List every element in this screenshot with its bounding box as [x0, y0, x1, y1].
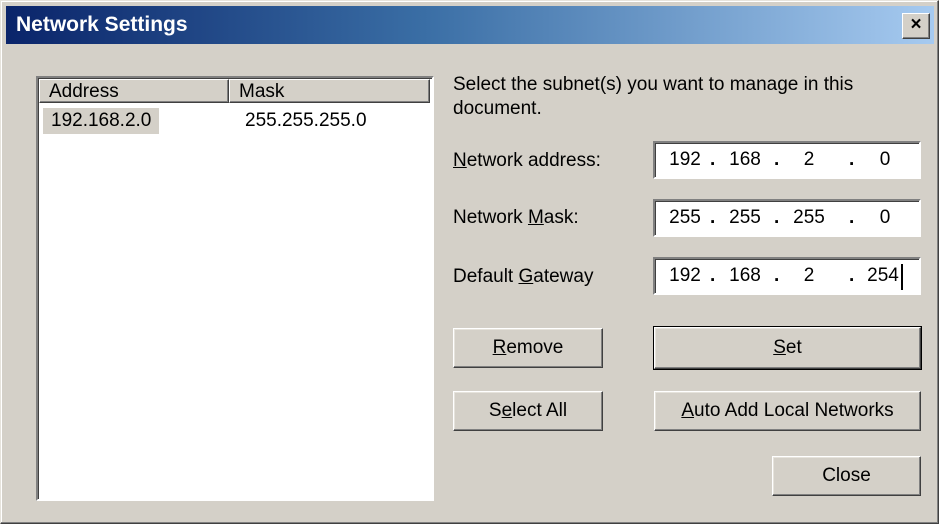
octet-2[interactable]: 168: [725, 149, 765, 171]
octet-1[interactable]: 192: [665, 149, 705, 171]
subnet-list[interactable]: Address Mask 192.168.2.0 255.255.255.0: [36, 76, 434, 501]
default-gateway-field[interactable]: 192 . 168 . 2 . 254: [653, 257, 921, 295]
octet-4[interactable]: 254: [863, 265, 903, 287]
octet-3[interactable]: 2: [789, 265, 829, 287]
octet-separator: .: [710, 149, 716, 170]
window-title: Network Settings: [16, 13, 188, 36]
table-row[interactable]: 192.168.2.0 255.255.255.0: [39, 108, 429, 134]
octet-separator: .: [710, 265, 716, 286]
octet-3[interactable]: 2: [789, 149, 829, 171]
close-button[interactable]: Close: [772, 456, 921, 496]
octet-1[interactable]: 255: [665, 207, 705, 229]
instruction-text: Select the subnet(s) you want to manage …: [453, 74, 854, 119]
set-button[interactable]: Set: [653, 326, 922, 370]
default-gateway-label: Default Gateway: [453, 266, 594, 287]
octet-2[interactable]: 168: [725, 265, 765, 287]
row-mask: 255.255.255.0: [245, 110, 367, 131]
octet-separator: .: [849, 207, 855, 228]
network-settings-dialog: Network Settings × Address Mask 192.168.…: [0, 0, 939, 524]
title-bar[interactable]: Network Settings ×: [6, 6, 934, 44]
column-header-address[interactable]: Address: [39, 79, 229, 103]
select-all-button[interactable]: Select All: [453, 391, 603, 431]
text-caret: [901, 264, 903, 290]
octet-separator: .: [774, 207, 780, 228]
network-mask-label: Network Mask:: [453, 207, 579, 228]
octet-separator: .: [849, 265, 855, 286]
network-address-label: Network address:: [453, 150, 601, 171]
octet-separator: .: [774, 265, 780, 286]
octet-separator: .: [774, 149, 780, 170]
octet-1[interactable]: 192: [665, 265, 705, 287]
row-address: 192.168.2.0: [43, 108, 160, 134]
close-icon[interactable]: ×: [902, 13, 930, 39]
octet-separator: .: [710, 207, 716, 228]
octet-separator: .: [849, 149, 855, 170]
network-address-field[interactable]: 192 . 168 . 2 . 0: [653, 141, 921, 179]
column-header-mask[interactable]: Mask: [229, 79, 430, 103]
octet-2[interactable]: 255: [725, 207, 765, 229]
octet-4[interactable]: 0: [865, 207, 905, 229]
octet-3[interactable]: 255: [789, 207, 829, 229]
octet-4[interactable]: 0: [865, 149, 905, 171]
list-header: Address Mask: [39, 79, 432, 105]
auto-add-local-networks-button[interactable]: Auto Add Local Networks: [654, 391, 921, 431]
network-mask-field[interactable]: 255 . 255 . 255 . 0: [653, 199, 921, 237]
remove-button[interactable]: Remove: [453, 328, 603, 368]
